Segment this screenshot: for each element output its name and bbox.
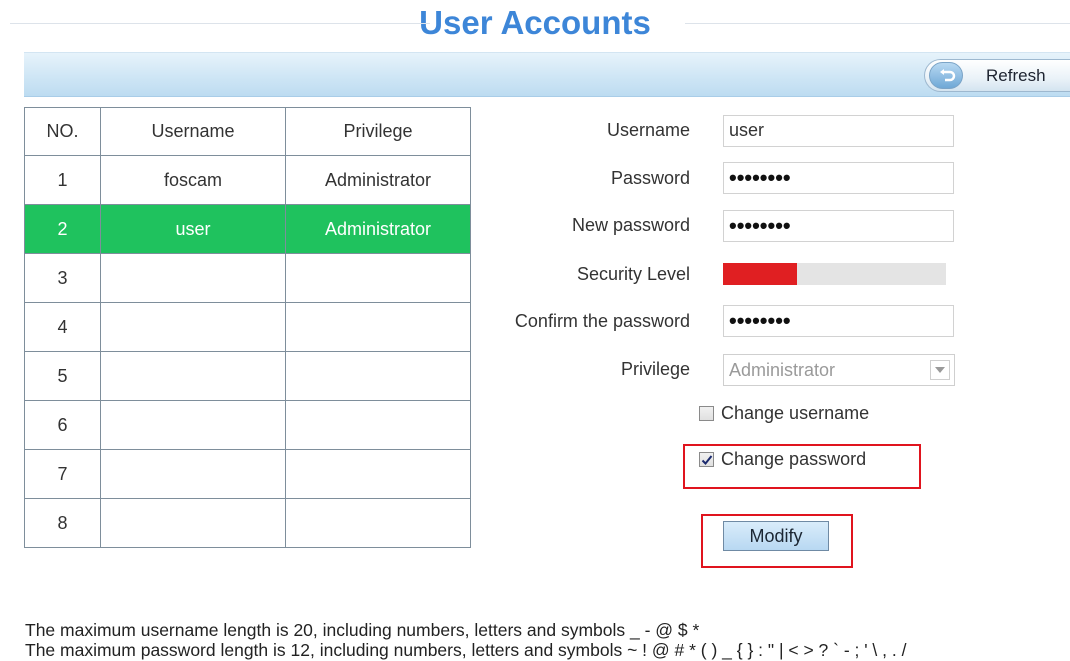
security-level-label: Security Level — [576, 264, 690, 284]
table-row[interactable]: 6 — [24, 400, 471, 450]
row-username — [100, 449, 286, 499]
row-username: user — [100, 204, 286, 254]
row-number: 3 — [24, 253, 101, 303]
security-level-bar — [723, 263, 946, 285]
password-label: Password — [610, 168, 690, 188]
privilege-select[interactable]: Administrator — [723, 354, 955, 386]
row-privilege — [285, 449, 471, 499]
row-number: 7 — [24, 449, 101, 499]
row-privilege — [285, 400, 471, 450]
row-number: 6 — [24, 400, 101, 450]
privilege-select-value: Administrator — [729, 360, 836, 380]
row-number: 8 — [24, 498, 101, 548]
privilege-label: Privilege — [620, 359, 690, 379]
row-number: 1 — [24, 155, 101, 205]
username-field[interactable]: user — [723, 115, 954, 147]
table-row[interactable]: 8 — [24, 498, 471, 548]
column-header-no: NO. — [24, 107, 101, 156]
new-password-field[interactable]: •••••••• — [723, 210, 954, 242]
row-number: 2 — [24, 204, 101, 254]
confirm-password-label: Confirm the password — [514, 311, 690, 331]
row-number: 4 — [24, 302, 101, 352]
confirm-password-field[interactable]: •••••••• — [723, 305, 954, 337]
toolbar: Refresh — [24, 52, 1070, 97]
row-username: foscam — [100, 155, 286, 205]
row-username — [100, 253, 286, 303]
change-username-checkbox[interactable] — [699, 406, 714, 421]
password-rule-note: The maximum password length is 12, inclu… — [25, 640, 907, 660]
row-privilege — [285, 498, 471, 548]
refresh-label: Refresh — [986, 66, 1046, 85]
refresh-icon — [929, 62, 963, 89]
row-number: 5 — [24, 351, 101, 401]
username-rule-note: The maximum username length is 20, inclu… — [25, 620, 700, 640]
change-username-label: Change username — [721, 403, 870, 423]
row-username — [100, 351, 286, 401]
title-rule-right — [685, 23, 1070, 24]
refresh-button[interactable]: Refresh — [924, 59, 1070, 92]
title-rule-left — [10, 23, 430, 24]
change-password-highlight — [683, 444, 921, 489]
table-row[interactable]: 7 — [24, 449, 471, 499]
row-username — [100, 302, 286, 352]
username-label: Username — [606, 120, 690, 140]
row-username — [100, 400, 286, 450]
modify-highlight — [701, 514, 853, 568]
column-header-username: Username — [100, 107, 286, 156]
security-level-fill — [723, 263, 797, 285]
row-username — [100, 498, 286, 548]
chevron-down-icon — [930, 360, 950, 380]
new-password-label: New password — [571, 215, 690, 235]
password-field[interactable]: •••••••• — [723, 162, 954, 194]
